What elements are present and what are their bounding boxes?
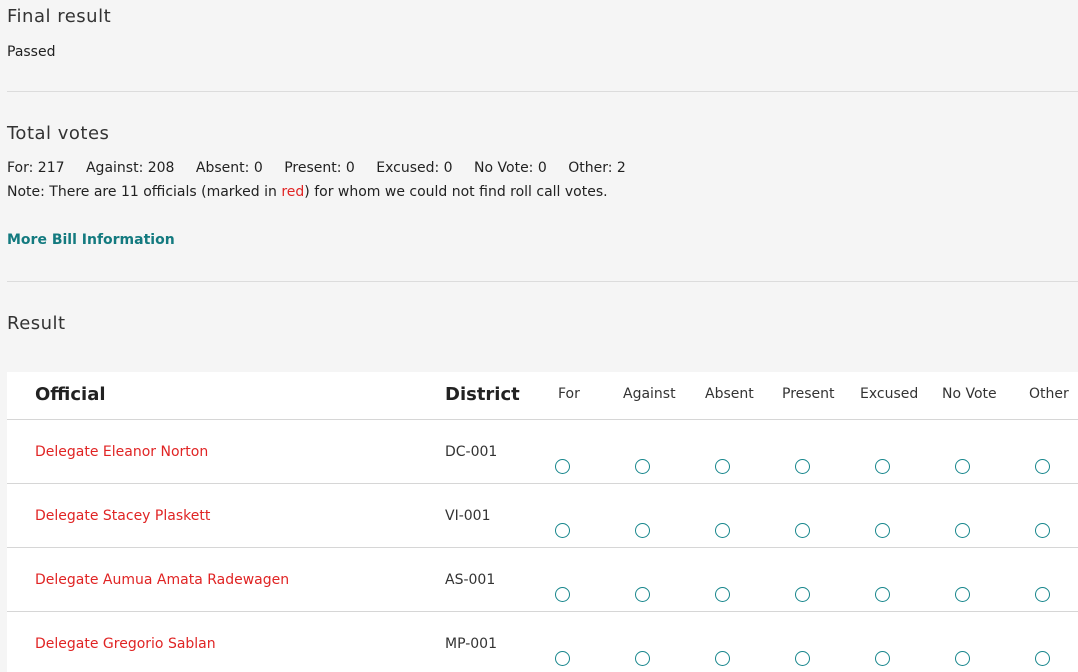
vote-excused-radio[interactable] <box>875 523 890 538</box>
vote-absent-radio[interactable] <box>715 587 730 602</box>
divider <box>7 91 1078 92</box>
vote-against-radio[interactable] <box>635 459 650 474</box>
tally-excused: Excused: 0 <box>376 160 453 176</box>
table-row: Delegate Stacey Plaskett VI-001 <box>7 484 1078 548</box>
vote-present-radio[interactable] <box>795 651 810 666</box>
vote-no-vote-radio[interactable] <box>955 651 970 666</box>
final-result-value: Passed <box>7 44 56 60</box>
vote-present-radio[interactable] <box>795 523 810 538</box>
vote-no-vote-radio[interactable] <box>955 523 970 538</box>
official-link[interactable]: Delegate Eleanor Norton <box>35 444 208 460</box>
column-header-present: Present <box>782 386 835 402</box>
vote-absent-radio[interactable] <box>715 651 730 666</box>
vote-detail-page: Final result Passed Total votes For: 217… <box>0 0 1078 672</box>
district-code: AS-001 <box>445 572 496 588</box>
vote-for-radio[interactable] <box>555 651 570 666</box>
note-text-start: Note: There are 11 officials (marked in <box>7 184 282 200</box>
column-header-no-vote: No Vote <box>942 386 997 402</box>
vote-present-radio[interactable] <box>795 587 810 602</box>
vote-no-vote-radio[interactable] <box>955 459 970 474</box>
vote-other-radio[interactable] <box>1035 459 1050 474</box>
vote-other-radio[interactable] <box>1035 587 1050 602</box>
vote-present-radio[interactable] <box>795 459 810 474</box>
vote-against-radio[interactable] <box>635 587 650 602</box>
column-header-official: Official <box>35 384 106 405</box>
results-table-header: Official District For Against Absent Pre… <box>7 372 1078 420</box>
note-red-word: red <box>281 184 305 200</box>
column-header-absent: Absent <box>705 386 754 402</box>
vote-for-radio[interactable] <box>555 523 570 538</box>
tally-no-vote: No Vote: 0 <box>474 160 547 176</box>
district-code: VI-001 <box>445 508 491 524</box>
result-heading: Result <box>7 313 66 334</box>
vote-other-radio[interactable] <box>1035 523 1050 538</box>
more-bill-information-link[interactable]: More Bill Information <box>7 232 175 248</box>
note-text-end: ) for whom we could not find roll call v… <box>304 184 608 200</box>
vote-against-radio[interactable] <box>635 523 650 538</box>
tally-present: Present: 0 <box>284 160 355 176</box>
tally-absent: Absent: 0 <box>195 160 263 176</box>
vote-other-radio[interactable] <box>1035 651 1050 666</box>
district-code: DC-001 <box>445 444 498 460</box>
table-row: Delegate Eleanor Norton DC-001 <box>7 420 1078 484</box>
tally-other: Other: 2 <box>568 160 626 176</box>
official-link[interactable]: Delegate Stacey Plaskett <box>35 508 210 524</box>
tally-for: For: 217 <box>7 160 65 176</box>
vote-excused-radio[interactable] <box>875 587 890 602</box>
column-header-against: Against <box>623 386 676 402</box>
missing-votes-note: Note: There are 11 officials (marked in … <box>7 184 608 200</box>
vote-for-radio[interactable] <box>555 459 570 474</box>
divider <box>7 281 1078 282</box>
vote-for-radio[interactable] <box>555 587 570 602</box>
column-header-other: Other <box>1029 386 1069 402</box>
final-result-heading: Final result <box>7 6 112 27</box>
vote-tally: For: 217 Against: 208 Absent: 0 Present:… <box>7 160 643 176</box>
vote-no-vote-radio[interactable] <box>955 587 970 602</box>
official-link[interactable]: Delegate Aumua Amata Radewagen <box>35 572 289 588</box>
vote-absent-radio[interactable] <box>715 459 730 474</box>
vote-against-radio[interactable] <box>635 651 650 666</box>
column-header-district: District <box>445 384 520 405</box>
vote-excused-radio[interactable] <box>875 459 890 474</box>
table-row: Delegate Gregorio Sablan MP-001 <box>7 612 1078 672</box>
tally-against: Against: 208 <box>85 160 175 176</box>
total-votes-heading: Total votes <box>7 123 110 144</box>
table-row: Delegate Aumua Amata Radewagen AS-001 <box>7 548 1078 612</box>
column-header-for: For <box>558 386 580 402</box>
column-header-excused: Excused <box>860 386 919 402</box>
official-link[interactable]: Delegate Gregorio Sablan <box>35 636 216 652</box>
results-table: Official District For Against Absent Pre… <box>7 372 1078 672</box>
vote-excused-radio[interactable] <box>875 651 890 666</box>
district-code: MP-001 <box>445 636 497 652</box>
vote-absent-radio[interactable] <box>715 523 730 538</box>
